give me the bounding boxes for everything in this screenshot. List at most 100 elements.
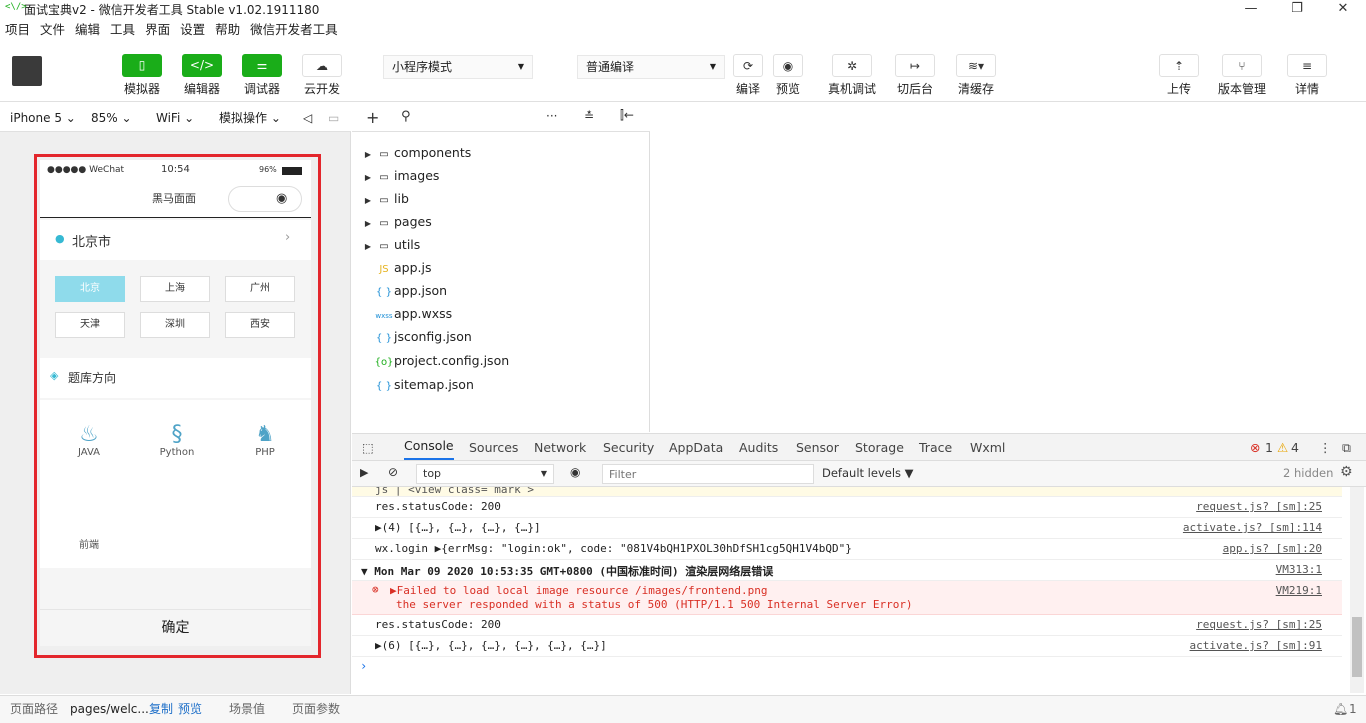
layout-icon[interactable]: ⫿← [620,108,634,123]
editor-area[interactable] [651,104,1366,432]
file-project-config-json[interactable]: {o}project.config.json [374,350,510,372]
clear-console-icon[interactable]: ⊘ [388,465,398,479]
source-link[interactable]: app.js? [sm]:20 [1223,542,1322,555]
lang-python[interactable]: § Python [148,422,206,458]
folder-lib[interactable]: ▶ ▭ lib [362,188,409,210]
lang-php[interactable]: ♞ PHP [236,422,294,458]
dock-icon[interactable]: ⧉ [1342,434,1351,461]
window-icon[interactable]: ▭ [328,104,339,132]
city-button-guangzhou[interactable]: 广州 [225,276,295,302]
menu-project[interactable]: 项目 [0,19,35,41]
gear-icon[interactable]: ⚙ [1340,464,1353,480]
folder-images[interactable]: ▶ ▭ images [362,165,440,187]
more-icon[interactable]: ··· [546,109,557,123]
menu-settings[interactable]: 设置 [175,19,210,41]
city-button-shanghai[interactable]: 上海 [140,276,210,302]
cloud-dev-button[interactable]: ☁ 云开发 [301,54,343,97]
file-jsconfig-json[interactable]: { } jsconfig.json [374,326,472,348]
debugger-button[interactable]: ⚌ 调试器 [241,54,283,97]
version-button[interactable]: ⑂ 版本管理 [1215,54,1269,97]
tab-trace[interactable]: Trace [919,434,952,461]
network-select[interactable]: WiFi ⌄ [156,104,194,132]
inspect-icon[interactable]: ⬚ [362,434,374,461]
maximize-button[interactable]: ❐ [1274,0,1320,18]
menu-wechat-devtools[interactable]: 微信开发者工具 [245,19,343,41]
scene-label[interactable]: 场景值 [229,696,265,722]
zoom-select[interactable]: 85% ⌄ [91,104,132,132]
tab-sensor[interactable]: Sensor [796,434,839,461]
folder-utils[interactable]: ▶ ▭ utils [362,234,420,256]
warning-count[interactable]: 4 [1291,434,1299,461]
tab-security[interactable]: Security [603,434,654,461]
remote-debug-button[interactable]: ✲ 真机调试 [825,54,879,97]
collapse-icon[interactable]: ≛ [584,109,594,123]
menu-file[interactable]: 文件 [35,19,70,41]
add-file-icon[interactable]: + [366,108,379,127]
tab-audits[interactable]: Audits [739,434,778,461]
minimize-button[interactable]: — [1228,0,1274,18]
city-button-tianjin[interactable]: 天津 [55,312,125,338]
source-link[interactable]: VM313:1 [1276,563,1322,576]
error-count[interactable]: 1 [1265,434,1273,461]
console-filter-input[interactable] [602,464,814,484]
page-path[interactable]: pages/welc... [70,696,149,722]
file-app-js[interactable]: JS app.js [374,257,431,279]
source-link[interactable]: activate.js? [sm]:114 [1183,521,1322,534]
capsule-button[interactable]: ◉ [228,186,302,212]
confirm-button[interactable]: 确定 [40,609,311,646]
city-button-shenzhen[interactable]: 深圳 [140,312,210,338]
search-icon[interactable]: ⚲ [401,109,411,124]
tab-wxml[interactable]: Wxml [970,434,1005,461]
bell-icon[interactable]: 🔔︎ [1333,696,1348,722]
preview-link[interactable]: 预览 [178,696,202,722]
city-button-xian[interactable]: 西安 [225,312,295,338]
source-link[interactable]: VM219:1 [1276,584,1322,597]
upload-button[interactable]: ⇡ 上传 [1157,54,1201,97]
mode-select[interactable]: 小程序模式 ▼ [383,55,533,79]
details-button[interactable]: ≡ 详情 [1285,54,1329,97]
compile-button[interactable]: ⟳ 编译 [731,54,765,97]
lang-java[interactable]: ♨ JAVA [60,422,118,458]
tab-appdata[interactable]: AppData [669,434,723,461]
folder-components[interactable]: ▶ ▭ components [362,142,471,164]
avatar[interactable] [12,56,42,86]
city-button-beijing[interactable]: 北京 [55,276,125,302]
simulator-button[interactable]: ▯ 模拟器 [121,54,163,97]
tab-console[interactable]: Console [404,434,454,460]
kebab-menu-icon[interactable]: ⋮ [1319,434,1332,461]
file-app-wxss[interactable]: wxssapp.wxss [374,303,452,325]
menu-help[interactable]: 帮助 [210,19,245,41]
close-button[interactable]: ✕ [1320,0,1366,18]
console-prompt[interactable]: › [360,659,367,673]
copy-link[interactable]: 复制 [149,696,173,722]
page-params-label[interactable]: 页面参数 [292,696,340,722]
eye-icon[interactable]: ◉ [570,465,580,479]
compile-mode-select[interactable]: 普通编译 ▼ [577,55,725,79]
file-sitemap-json[interactable]: { } sitemap.json [374,374,474,396]
clear-cache-button[interactable]: ≋▾ 清缓存 [954,54,998,97]
console-scrollbar[interactable] [1350,487,1364,693]
console-group-header[interactable]: ▼ Mon Mar 09 2020 10:53:35 GMT+0800 (中国标… [352,560,1342,581]
lang-frontend[interactable]: 前端 [60,536,118,551]
file-app-json[interactable]: { } app.json [374,280,447,302]
menu-edit[interactable]: 编辑 [70,19,105,41]
preview-button[interactable]: ◉ 预览 [771,54,805,97]
source-link[interactable]: request.js? [sm]:25 [1196,500,1322,513]
sidebar-toggle-icon[interactable]: ▶ [360,466,368,479]
location-row[interactable]: ● 北京市 › [40,220,311,260]
source-link[interactable]: request.js? [sm]:25 [1196,618,1322,631]
sim-ops-select[interactable]: 模拟操作 ⌄ [219,104,281,132]
device-select[interactable]: iPhone 5 ⌄ [10,104,76,132]
menu-tools[interactable]: 工具 [105,19,140,41]
context-select[interactable]: top ▼ [416,464,554,484]
folder-pages[interactable]: ▶ ▭ pages [362,211,432,233]
tab-sources[interactable]: Sources [469,434,518,461]
scrollbar-thumb[interactable] [1352,617,1362,677]
backstage-button[interactable]: ↦ 切后台 [893,54,937,97]
menu-view[interactable]: 界面 [140,19,175,41]
levels-select[interactable]: Default levels ▼ [822,466,914,480]
source-link[interactable]: activate.js? [sm]:91 [1190,639,1322,652]
editor-button[interactable]: </> 编辑器 [181,54,223,97]
mute-icon[interactable]: ◁ [303,104,312,132]
tab-network[interactable]: Network [534,434,586,461]
